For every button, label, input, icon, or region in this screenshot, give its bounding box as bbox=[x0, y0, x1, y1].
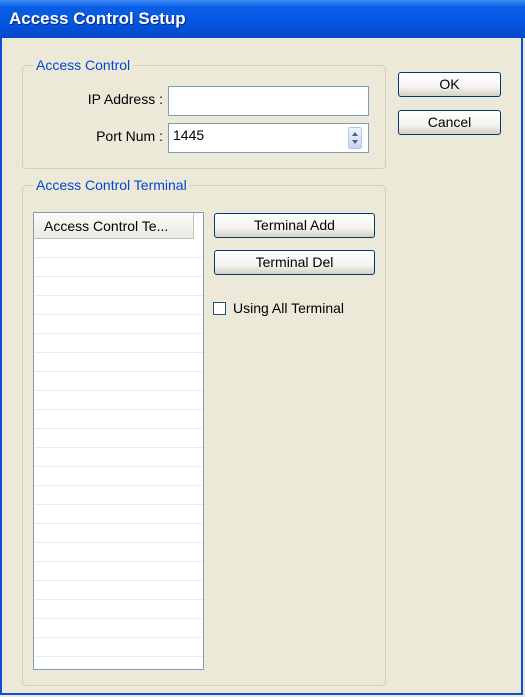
table-row[interactable] bbox=[34, 524, 203, 543]
table-row[interactable] bbox=[34, 372, 203, 391]
access-control-terminal-legend: Access Control Terminal bbox=[33, 177, 190, 193]
port-num-spinner[interactable] bbox=[348, 127, 362, 149]
cancel-button[interactable]: Cancel bbox=[398, 110, 501, 135]
terminal-list[interactable]: Access Control Te... bbox=[33, 212, 204, 670]
using-all-terminal-label[interactable]: Using All Terminal bbox=[233, 300, 344, 316]
terminal-list-rows bbox=[34, 239, 203, 657]
port-num-value: 1445 bbox=[173, 127, 205, 143]
table-row[interactable] bbox=[34, 353, 203, 372]
table-row[interactable] bbox=[34, 315, 203, 334]
spin-up-arrow-icon[interactable] bbox=[352, 132, 358, 136]
table-row[interactable] bbox=[34, 429, 203, 448]
table-row[interactable] bbox=[34, 277, 203, 296]
title-bar[interactable]: Access Control Setup bbox=[0, 0, 525, 38]
terminal-list-column-header[interactable]: Access Control Te... bbox=[34, 213, 194, 239]
table-row[interactable] bbox=[34, 562, 203, 581]
table-row[interactable] bbox=[34, 448, 203, 467]
access-control-terminal-group: Access Control Terminal Access Control T… bbox=[22, 177, 386, 686]
ok-button[interactable]: OK bbox=[398, 72, 501, 97]
table-row[interactable] bbox=[34, 258, 203, 277]
terminal-del-button[interactable]: Terminal Del bbox=[214, 250, 375, 275]
terminal-add-button[interactable]: Terminal Add bbox=[214, 213, 375, 238]
table-row[interactable] bbox=[34, 543, 203, 562]
port-num-label: Port Num : bbox=[96, 128, 163, 144]
table-row[interactable] bbox=[34, 619, 203, 638]
table-row[interactable] bbox=[34, 600, 203, 619]
table-row[interactable] bbox=[34, 467, 203, 486]
port-num-field[interactable]: 1445 bbox=[168, 123, 369, 153]
table-row[interactable] bbox=[34, 296, 203, 315]
spin-down-arrow-icon[interactable] bbox=[352, 140, 358, 144]
access-control-group: Access Control IP Address : Port Num : 1… bbox=[22, 57, 386, 169]
table-row[interactable] bbox=[34, 505, 203, 524]
dialog-body: Access Control IP Address : Port Num : 1… bbox=[0, 38, 523, 695]
table-row[interactable] bbox=[34, 638, 203, 657]
table-row[interactable] bbox=[34, 334, 203, 353]
table-row[interactable] bbox=[34, 239, 203, 258]
table-row[interactable] bbox=[34, 581, 203, 600]
ip-address-label: IP Address : bbox=[87, 91, 163, 107]
table-row[interactable] bbox=[34, 410, 203, 429]
access-control-legend: Access Control bbox=[33, 57, 134, 73]
table-row[interactable] bbox=[34, 486, 203, 505]
ip-address-input[interactable] bbox=[168, 86, 369, 116]
using-all-terminal-checkbox[interactable] bbox=[213, 302, 226, 315]
table-row[interactable] bbox=[34, 391, 203, 410]
window-title: Access Control Setup bbox=[9, 9, 186, 28]
